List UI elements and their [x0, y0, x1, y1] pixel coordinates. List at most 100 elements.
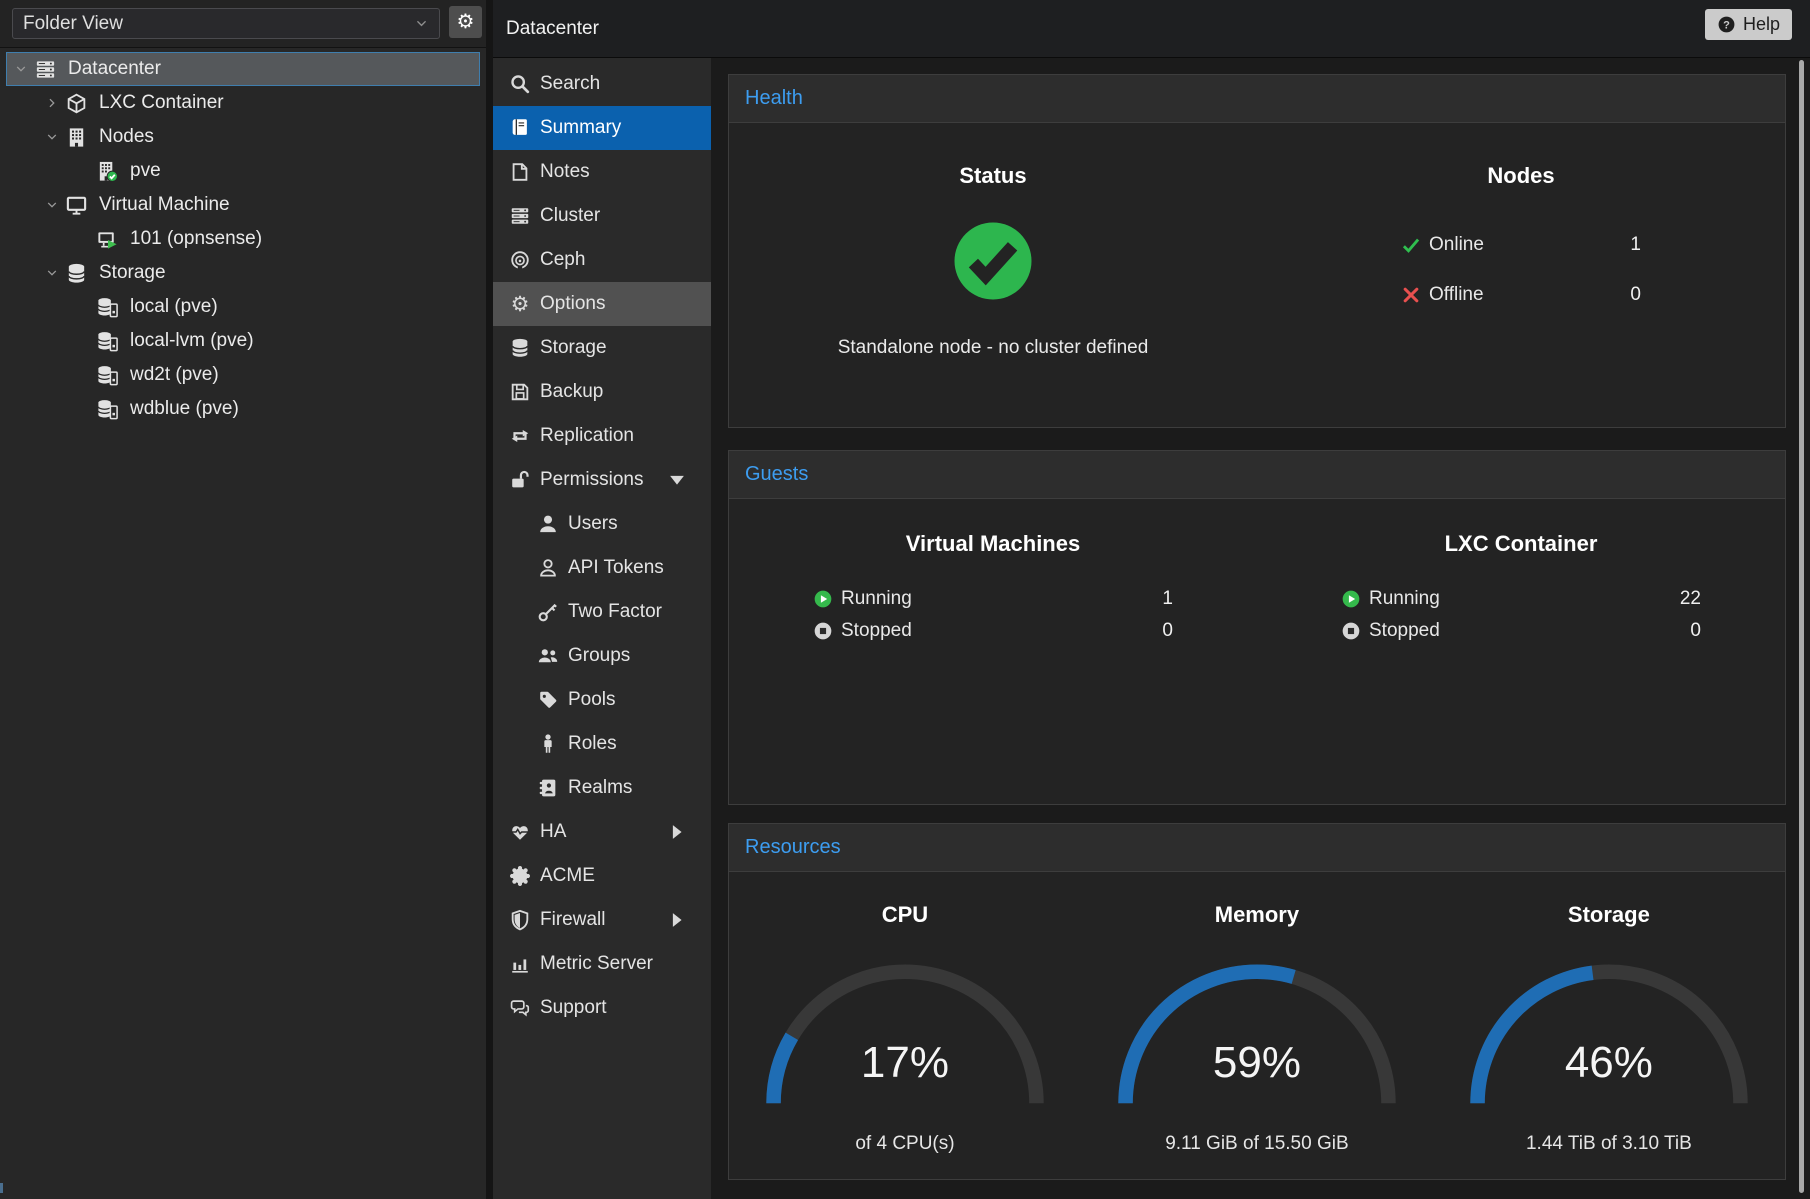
- online-label: Online: [1429, 234, 1484, 256]
- check-icon: [1401, 235, 1421, 255]
- tree-caret-down[interactable]: [45, 130, 65, 144]
- tree-item-virtual-machine[interactable]: Virtual Machine: [6, 188, 480, 222]
- nav-item-ceph[interactable]: Ceph: [493, 238, 711, 282]
- nav-item-metric-server[interactable]: Metric Server: [493, 942, 711, 986]
- gauge-detail: of 4 CPU(s): [855, 1133, 954, 1155]
- play-circle-icon: [1341, 589, 1361, 609]
- tree-item-label: local (pve): [130, 296, 218, 318]
- nav-item-users[interactable]: Users: [493, 502, 711, 546]
- comments-icon: [509, 997, 531, 1019]
- vm-stopped-row: Stopped 0: [813, 617, 1173, 644]
- status-message: Standalone node - no cluster defined: [838, 337, 1149, 359]
- nav-item-firewall[interactable]: Firewall: [493, 898, 711, 942]
- nav-item-acme[interactable]: ACME: [493, 854, 711, 898]
- database-icon: [509, 337, 531, 359]
- nav-item-label: Permissions: [540, 469, 643, 491]
- tree-caret-right[interactable]: [45, 96, 65, 110]
- nav-item-api-tokens[interactable]: API Tokens: [493, 546, 711, 590]
- nav-item-replication[interactable]: Replication: [493, 414, 711, 458]
- tree-settings-button[interactable]: ⚙: [449, 6, 482, 38]
- ceph-icon: [509, 249, 531, 271]
- nav-item-roles[interactable]: Roles: [493, 722, 711, 766]
- nav-item-support[interactable]: Support: [493, 986, 711, 1030]
- gauge-arc: [1112, 962, 1402, 1111]
- tree-item-wd2t-pve[interactable]: wd2t (pve): [6, 358, 480, 392]
- panel-splitter[interactable]: [486, 0, 493, 1199]
- key-icon: [537, 601, 559, 623]
- nav-item-label: API Tokens: [568, 557, 664, 579]
- tree-caret-down[interactable]: [45, 198, 65, 212]
- gauge-column-memory: Memory59%9.11 GiB of 15.50 GiB: [1081, 872, 1433, 1155]
- nav-item-permissions[interactable]: Permissions: [493, 458, 711, 502]
- nav-item-cluster[interactable]: Cluster: [493, 194, 711, 238]
- health-header: Health: [729, 75, 1785, 123]
- tree-item-label: 101 (opnsense): [130, 228, 262, 250]
- vm-running-value: 1: [1162, 588, 1173, 610]
- guests-header: Guests: [729, 451, 1785, 499]
- vm-heading: Virtual Machines: [813, 531, 1173, 557]
- nav-item-groups[interactable]: Groups: [493, 634, 711, 678]
- nav-item-search[interactable]: Search: [493, 62, 711, 106]
- nav-item-label: Support: [540, 997, 607, 1019]
- guests-body: Virtual Machines Running 1 Stopped 0: [729, 499, 1785, 644]
- person-icon: [537, 733, 559, 755]
- tree-item-label: wd2t (pve): [130, 364, 219, 386]
- note-icon: [509, 161, 531, 183]
- nav-item-options[interactable]: ⚙Options: [493, 282, 711, 326]
- nav-item-two-factor[interactable]: Two Factor: [493, 590, 711, 634]
- nav-item-label: Users: [568, 513, 618, 535]
- vm-block: Virtual Machines Running 1 Stopped 0: [813, 499, 1173, 644]
- view-mode-value: Folder View: [23, 13, 123, 35]
- gauge-storage: 46%: [1464, 962, 1754, 1111]
- health-title: Health: [745, 87, 803, 110]
- vm-running-row: Running 1: [813, 585, 1173, 612]
- lxc-stopped-value: 0: [1690, 620, 1701, 642]
- nav-item-summary[interactable]: Summary: [493, 106, 711, 150]
- nav-item-label: Options: [540, 293, 605, 315]
- nav-item-realms[interactable]: Realms: [493, 766, 711, 810]
- user-icon: [537, 513, 559, 535]
- help-button[interactable]: Help: [1705, 9, 1792, 40]
- tree-item-label: wdblue (pve): [130, 398, 239, 420]
- main-scrollbar-thumb[interactable]: [1799, 60, 1804, 1193]
- tree-item-label: LXC Container: [99, 92, 224, 114]
- nodes-column: Nodes Online 1 Offline 0: [1257, 123, 1785, 359]
- resources-title: Resources: [745, 836, 841, 859]
- tree-item-101-opnsense[interactable]: 101 (opnsense): [6, 222, 480, 256]
- tree-caret-down[interactable]: [45, 266, 65, 280]
- tri-down-icon: [666, 469, 688, 491]
- tree-caret-down[interactable]: [14, 62, 34, 76]
- nav-item-ha[interactable]: HA: [493, 810, 711, 854]
- chevron-down-icon: [45, 130, 59, 144]
- nav-item-storage[interactable]: Storage: [493, 326, 711, 370]
- nav-item-notes[interactable]: Notes: [493, 150, 711, 194]
- running-label: Running: [1369, 588, 1440, 610]
- gauge-column-storage: Storage46%1.44 TiB of 3.10 TiB: [1433, 872, 1785, 1155]
- cube-icon: [65, 92, 88, 115]
- tree-item-datacenter[interactable]: Datacenter: [6, 52, 480, 86]
- tree-item-wdblue-pve[interactable]: wdblue (pve): [6, 392, 480, 426]
- nav-item-pools[interactable]: Pools: [493, 678, 711, 722]
- monitor-play-icon: [96, 228, 119, 251]
- view-mode-select[interactable]: Folder View: [12, 8, 440, 39]
- tree-item-local-pve[interactable]: local (pve): [6, 290, 480, 324]
- chevron-down-icon: [45, 198, 59, 212]
- gauge-detail: 1.44 TiB of 3.10 TiB: [1526, 1133, 1692, 1155]
- tree-item-storage[interactable]: Storage: [6, 256, 480, 290]
- stopped-label: Stopped: [841, 620, 912, 642]
- tree-item-lxc-container[interactable]: LXC Container: [6, 86, 480, 120]
- seal-icon: [509, 865, 531, 887]
- nav-item-label: Backup: [540, 381, 603, 403]
- nodes-rows: Online 1 Offline 0: [1401, 231, 1641, 309]
- nav-item-label: Notes: [540, 161, 590, 183]
- resources-header: Resources: [729, 824, 1785, 872]
- tri-right-icon: [666, 821, 688, 843]
- book-icon: [509, 117, 531, 139]
- tree-item-pve[interactable]: pve: [6, 154, 480, 188]
- tree-item-label: Storage: [99, 262, 166, 284]
- tree-item-local-lvm-pve[interactable]: local-lvm (pve): [6, 324, 480, 358]
- db-drive-icon: [96, 398, 119, 421]
- tree-item-nodes[interactable]: Nodes: [6, 120, 480, 154]
- nav-item-backup[interactable]: Backup: [493, 370, 711, 414]
- gauge-arc: [1464, 962, 1754, 1111]
